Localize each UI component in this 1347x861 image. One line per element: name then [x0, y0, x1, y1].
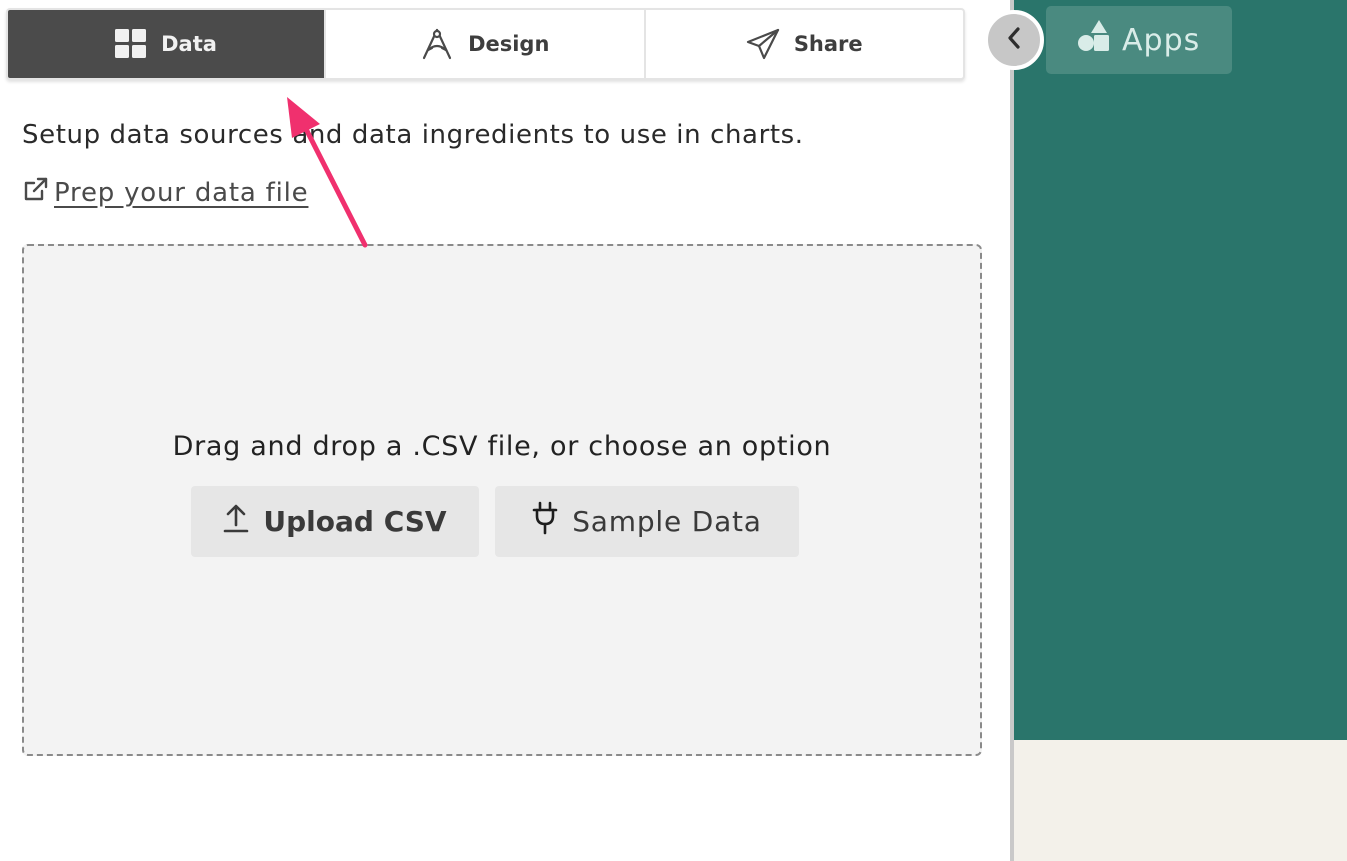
- apps-label: Apps: [1122, 22, 1201, 58]
- intro-text: Setup data sources and data ingredients …: [22, 120, 804, 150]
- grid-icon: [115, 29, 147, 59]
- shapes-icon: [1076, 20, 1110, 60]
- preview-footer: [1014, 740, 1347, 861]
- prep-data-link[interactable]: Prep your data file: [22, 175, 308, 210]
- external-link-icon: [22, 175, 50, 210]
- tab-bar: Data Design Share: [6, 8, 965, 80]
- preview-area: [1014, 0, 1347, 740]
- apps-button[interactable]: Apps: [1046, 6, 1232, 74]
- upload-icon: [223, 503, 249, 540]
- sample-data-button[interactable]: Sample Data: [495, 486, 799, 557]
- plug-icon: [532, 501, 558, 542]
- tab-design[interactable]: Design: [326, 10, 646, 78]
- tab-share-label: Share: [793, 32, 863, 56]
- upload-csv-label: Upload CSV: [263, 505, 447, 538]
- app-window: Data Design Share Setup data sources and…: [0, 0, 1347, 861]
- compass-icon: [420, 28, 454, 60]
- tab-data-label: Data: [161, 32, 217, 56]
- csv-dropzone[interactable]: Drag and drop a .CSV file, or choose an …: [22, 244, 982, 756]
- data-panel: Data Design Share Setup data sources and…: [0, 0, 1010, 861]
- chevron-left-icon: [1005, 26, 1023, 54]
- tab-design-label: Design: [468, 32, 550, 56]
- tab-data[interactable]: Data: [8, 10, 326, 78]
- sample-data-label: Sample Data: [572, 505, 762, 538]
- dropzone-text: Drag and drop a .CSV file, or choose an …: [172, 431, 832, 462]
- upload-csv-button[interactable]: Upload CSV: [191, 486, 479, 557]
- collapse-panel-button[interactable]: [984, 10, 1044, 70]
- paper-plane-icon: [746, 28, 780, 60]
- tab-share[interactable]: Share: [646, 10, 964, 78]
- prep-data-link-label: Prep your data file: [54, 177, 309, 208]
